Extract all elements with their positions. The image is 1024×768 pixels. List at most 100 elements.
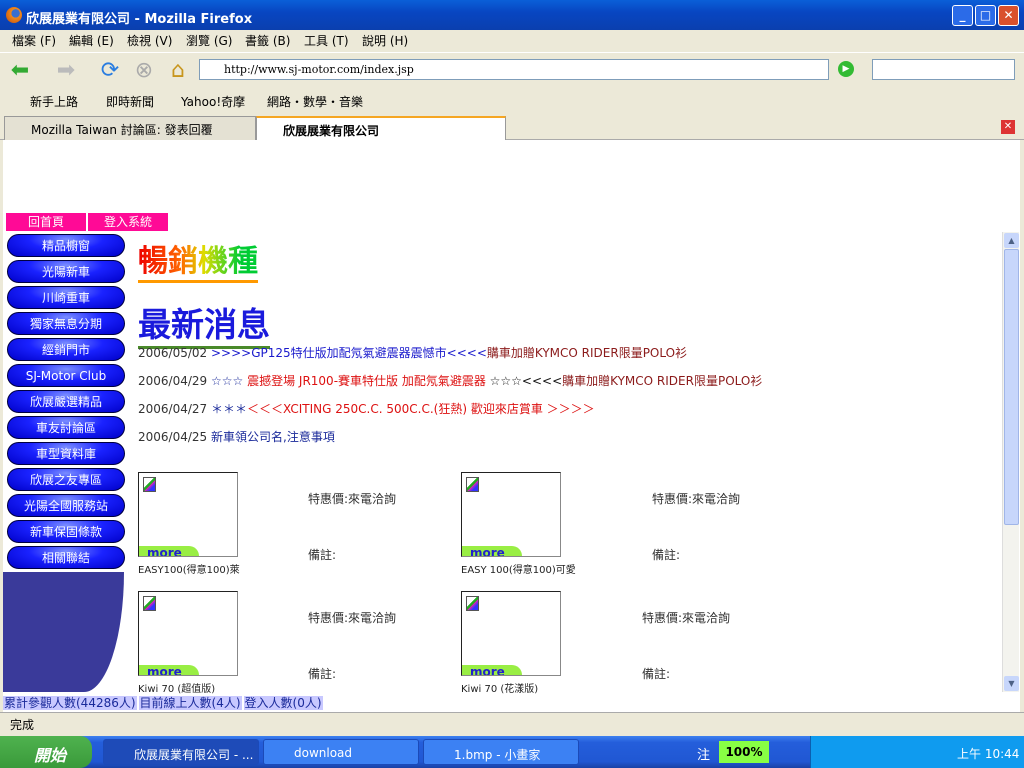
logged-in-count: 登入人數(0人) — [243, 696, 323, 710]
close-tab-icon[interactable]: ✕ — [1001, 120, 1015, 134]
close-button[interactable]: ✕ — [998, 5, 1019, 26]
visitor-counter: 累計參觀人數(44286人) 目前線上人數(4人) 登入人數(0人) — [3, 694, 325, 711]
broken-image-icon — [143, 477, 156, 492]
product-name[interactable]: EASY 100(得意100)可愛 — [461, 561, 576, 576]
news-date: 2006/04/27 — [138, 402, 208, 416]
sidebar-item[interactable]: 光陽全國服務站 — [7, 494, 125, 517]
news-text[interactable]: ☆☆☆<<<< — [490, 374, 563, 388]
broken-image-icon — [466, 477, 479, 492]
menu-bar: 檔案 (F) 編輯 (E) 檢視 (V) 瀏覽 (G) 書籤 (B) 工具 (T… — [0, 30, 1024, 50]
latest-news-heading: 最新消息 — [138, 298, 270, 349]
product-note: 備註: — [652, 548, 681, 562]
news-text[interactable]: 震撼登場 JR100-賽車特仕版 加配氖氣避震器 — [247, 374, 490, 388]
product-image[interactable]: more — [461, 472, 561, 557]
news-text[interactable]: 新車領公司名,注意事項 — [211, 430, 335, 444]
sidebar-item[interactable]: 車友討論區 — [7, 416, 125, 439]
product-note: 備註: — [308, 667, 337, 681]
product-price: 特惠價:來電洽詢 — [652, 492, 741, 506]
login-link[interactable]: 登入系統 — [88, 213, 168, 231]
bookmark-item[interactable]: Yahoo!奇摩 — [181, 93, 245, 110]
total-visitors: 累計參觀人數(44286人) — [3, 696, 137, 710]
sidebar-item[interactable]: 川崎重車 — [7, 286, 125, 309]
home-icon[interactable]: ⌂ — [166, 59, 190, 83]
news-item[interactable]: 2006/05/02 >>>>GP125特仕版加配氖氣避震器震憾市<<<<購車加… — [138, 344, 687, 361]
sidebar-item[interactable]: 獨家無息分期 — [7, 312, 125, 335]
vertical-scrollbar[interactable]: ▲ ▼ — [1002, 232, 1019, 692]
tab-sj-motor[interactable]: 欣展展業有限公司 — [256, 116, 506, 140]
page-content: 回首頁 登入系統 精品櫥窗光陽新車川崎重車獨家無息分期 經銷門市 SJ-Motor … — [3, 140, 1020, 712]
stop-icon[interactable]: ⊗ — [132, 59, 156, 83]
back-icon[interactable]: ⬅ — [8, 59, 32, 83]
forward-icon[interactable]: ➡ — [54, 59, 78, 83]
product-price: 特惠價:來電洽詢 — [308, 611, 397, 625]
product-image[interactable]: more — [138, 472, 238, 557]
more-button[interactable]: more — [462, 665, 522, 675]
clock: 上午 10:44 — [957, 747, 1020, 761]
more-button[interactable]: more — [139, 546, 199, 556]
system-tray: 上午 10:44 — [810, 736, 1024, 768]
more-button[interactable]: more — [139, 665, 199, 675]
menu-go[interactable]: 瀏覽 (G) — [186, 32, 232, 49]
url-input[interactable]: http://www.sj-motor.com/index.jsp — [199, 59, 829, 80]
bookmark-item[interactable]: 網路・數學・音樂 — [267, 93, 363, 110]
minimize-button[interactable]: _ — [952, 5, 973, 26]
menu-file[interactable]: 檔案 (F) — [12, 32, 56, 49]
sidebar-item[interactable]: 相關聯結 — [7, 546, 125, 569]
product-name[interactable]: Kiwi 70 (超值版) — [138, 680, 215, 695]
product-price: 特惠價:來電洽詢 — [642, 611, 731, 625]
product-name[interactable]: EASY100(得意100)萊 — [138, 561, 240, 576]
bookmark-item[interactable]: 即時新聞 — [106, 93, 154, 110]
scroll-up-icon[interactable]: ▲ — [1004, 233, 1019, 248]
news-item[interactable]: 2006/04/29 ☆☆☆ 震撼登場 JR100-賽車特仕版 加配氖氣避震器 … — [138, 372, 762, 389]
news-text[interactable]: >>>>GP125特仕版加配氖氣避震器震憾市<<<< — [211, 346, 487, 360]
scrollbar-thumb[interactable] — [1004, 249, 1019, 525]
broken-image-icon — [466, 596, 479, 611]
news-text[interactable]: 購車加贈KYMCO RIDER限量POLO衫 — [487, 346, 687, 360]
news-text[interactable]: 購車加贈KYMCO RIDER限量POLO衫 — [562, 374, 762, 388]
product-note: 備註: — [642, 667, 671, 681]
news-item[interactable]: 2006/04/27 ＊＊＊＜＜＜XCITING 250C.C. 500C.C.… — [138, 400, 595, 417]
task-download[interactable]: download — [263, 739, 419, 765]
online-visitors: 目前線上人數(4人) — [138, 696, 242, 710]
home-link[interactable]: 回首頁 — [6, 213, 86, 231]
product-name[interactable]: Kiwi 70 (花漾版) — [461, 680, 538, 695]
menu-view[interactable]: 檢視 (V) — [127, 32, 172, 49]
product-image[interactable]: more — [461, 591, 561, 676]
news-text[interactable]: ＜＜＜XCITING 250C.C. 500C.C.(狂熱) 歡迎來店賞車 ＞＞… — [247, 402, 595, 416]
news-date: 2006/04/29 — [138, 374, 208, 388]
news-text[interactable]: ☆☆☆ — [211, 374, 247, 388]
menu-edit[interactable]: 編輯 (E) — [69, 32, 114, 49]
sidebar-item[interactable]: 光陽新車 — [7, 260, 125, 283]
product-image[interactable]: more — [138, 591, 238, 676]
sidebar-item[interactable]: 新車保固條款 — [7, 520, 125, 543]
menu-tools[interactable]: 工具 (T) — [304, 32, 349, 49]
ime-indicator[interactable]: 注 — [697, 744, 710, 763]
sidebar-item[interactable]: 欣展之友專區 — [7, 468, 125, 491]
battery-indicator: 100% — [719, 741, 769, 763]
title-bar: 欣展展業有限公司 - Mozilla Firefox _ □ ✕ — [0, 0, 1024, 30]
bookmark-item[interactable]: 新手上路 — [30, 93, 78, 110]
sidebar-item[interactable]: SJ-Motor Club — [7, 364, 125, 387]
window-title: 欣展展業有限公司 - Mozilla Firefox — [26, 12, 253, 27]
task-firefox[interactable]: 欣展展業有限公司 - ... — [103, 739, 259, 765]
news-text[interactable]: ＊＊＊ — [211, 402, 247, 416]
search-input[interactable] — [872, 59, 1015, 80]
sidebar-item[interactable]: 精品櫥窗 — [7, 234, 125, 257]
sidebar-item[interactable]: 經銷門市 — [7, 338, 125, 361]
more-button[interactable]: more — [462, 546, 522, 556]
maximize-button[interactable]: □ — [975, 5, 996, 26]
sidebar-item[interactable]: 車型資料庫 — [7, 442, 125, 465]
tab-mozilla-taiwan[interactable]: Mozilla Taiwan 討論區: 發表回覆 — [4, 116, 256, 140]
go-icon[interactable]: ▶ — [838, 61, 854, 77]
reload-icon[interactable]: ⟳ — [98, 59, 122, 83]
menu-help[interactable]: 說明 (H) — [362, 32, 408, 49]
news-date: 2006/04/25 — [138, 430, 208, 444]
menu-bookmarks[interactable]: 書籤 (B) — [245, 32, 290, 49]
scroll-down-icon[interactable]: ▼ — [1004, 676, 1019, 691]
news-item[interactable]: 2006/04/25 新車領公司名,注意事項 — [138, 428, 335, 445]
task-paint[interactable]: 1.bmp - 小畫家 — [423, 739, 579, 765]
product-price: 特惠價:來電洽詢 — [308, 492, 397, 506]
hot-models-heading: 暢銷機種 — [138, 236, 258, 283]
sidebar-item[interactable]: 欣展嚴選精品 — [7, 390, 125, 413]
start-button[interactable]: 開始 — [0, 736, 92, 768]
